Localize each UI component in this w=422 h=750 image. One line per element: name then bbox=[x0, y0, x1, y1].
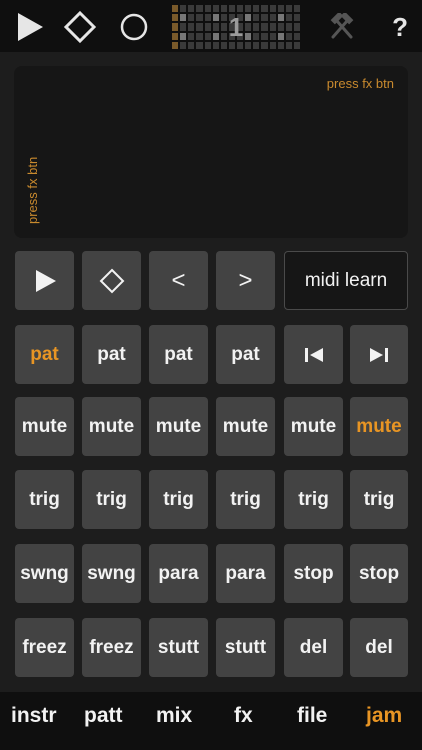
mute-button-3[interactable]: mute bbox=[149, 397, 208, 456]
play-button[interactable] bbox=[15, 251, 74, 310]
skip-forward-icon bbox=[370, 347, 388, 362]
mute-button-4[interactable]: mute bbox=[216, 397, 275, 456]
para-button-1[interactable]: para bbox=[149, 544, 208, 603]
stutter-button-2[interactable]: stutt bbox=[216, 618, 275, 677]
circle-icon[interactable] bbox=[114, 8, 154, 46]
freeze-button-2[interactable]: freez bbox=[82, 618, 141, 677]
mute-button-1[interactable]: mute bbox=[15, 397, 74, 456]
trig-button-2[interactable]: trig bbox=[82, 470, 141, 529]
play-icon[interactable] bbox=[10, 8, 50, 46]
mute-button-5[interactable]: mute bbox=[284, 397, 343, 456]
skip-back-button[interactable] bbox=[284, 325, 343, 384]
trig-button-5[interactable]: trig bbox=[284, 470, 343, 529]
mute-button-6[interactable]: mute bbox=[350, 397, 408, 456]
pat-button-3[interactable]: pat bbox=[149, 325, 208, 384]
trig-button-4[interactable]: trig bbox=[216, 470, 275, 529]
play-icon bbox=[35, 269, 56, 292]
tab-file[interactable]: file bbox=[297, 704, 327, 728]
diamond-icon bbox=[99, 268, 124, 293]
tab-jam[interactable]: jam bbox=[366, 704, 402, 728]
pat-button-1[interactable]: pat bbox=[15, 325, 74, 384]
xy-pad-horizontal-label: press fx btn bbox=[326, 76, 394, 91]
trig-button-3[interactable]: trig bbox=[149, 470, 208, 529]
pat-button-2[interactable]: pat bbox=[82, 325, 141, 384]
para-button-2[interactable]: para bbox=[216, 544, 275, 603]
top-toolbar: 1 ? bbox=[0, 0, 422, 52]
tab-patt[interactable]: patt bbox=[84, 704, 123, 728]
swing-button-2[interactable]: swng bbox=[82, 544, 141, 603]
xy-pad-vertical-label: press fx btn bbox=[25, 156, 40, 224]
xy-pad[interactable]: press fx btn press fx btn bbox=[14, 66, 408, 238]
skip-back-icon bbox=[304, 347, 323, 362]
pat-button-4[interactable]: pat bbox=[216, 325, 275, 384]
mute-button-2[interactable]: mute bbox=[82, 397, 141, 456]
tab-instr[interactable]: instr bbox=[11, 704, 57, 728]
delay-button-1[interactable]: del bbox=[284, 618, 343, 677]
tab-mix[interactable]: mix bbox=[156, 704, 192, 728]
skip-forward-button[interactable] bbox=[350, 325, 408, 384]
swing-button-1[interactable]: swng bbox=[15, 544, 74, 603]
tab-fx[interactable]: fx bbox=[234, 704, 253, 728]
prev-button[interactable]: < bbox=[149, 251, 208, 310]
bottom-tab-bar bbox=[0, 692, 422, 750]
stop-button-1[interactable]: stop bbox=[284, 544, 343, 603]
trig-button-6[interactable]: trig bbox=[350, 470, 408, 529]
stop-button[interactable] bbox=[82, 251, 141, 310]
stop-button-2[interactable]: stop bbox=[350, 544, 408, 603]
delay-button-2[interactable]: del bbox=[350, 618, 408, 677]
next-button[interactable]: > bbox=[216, 251, 275, 310]
midi-learn-button[interactable]: midi learn bbox=[284, 251, 408, 310]
pattern-number: 1 bbox=[228, 11, 244, 42]
trig-button-1[interactable]: trig bbox=[15, 470, 74, 529]
freeze-button-1[interactable]: freez bbox=[15, 618, 74, 677]
hammers-icon[interactable] bbox=[322, 8, 362, 46]
diamond-icon[interactable] bbox=[60, 8, 100, 46]
help-button[interactable]: ? bbox=[392, 12, 408, 43]
stutter-button-1[interactable]: stutt bbox=[149, 618, 208, 677]
